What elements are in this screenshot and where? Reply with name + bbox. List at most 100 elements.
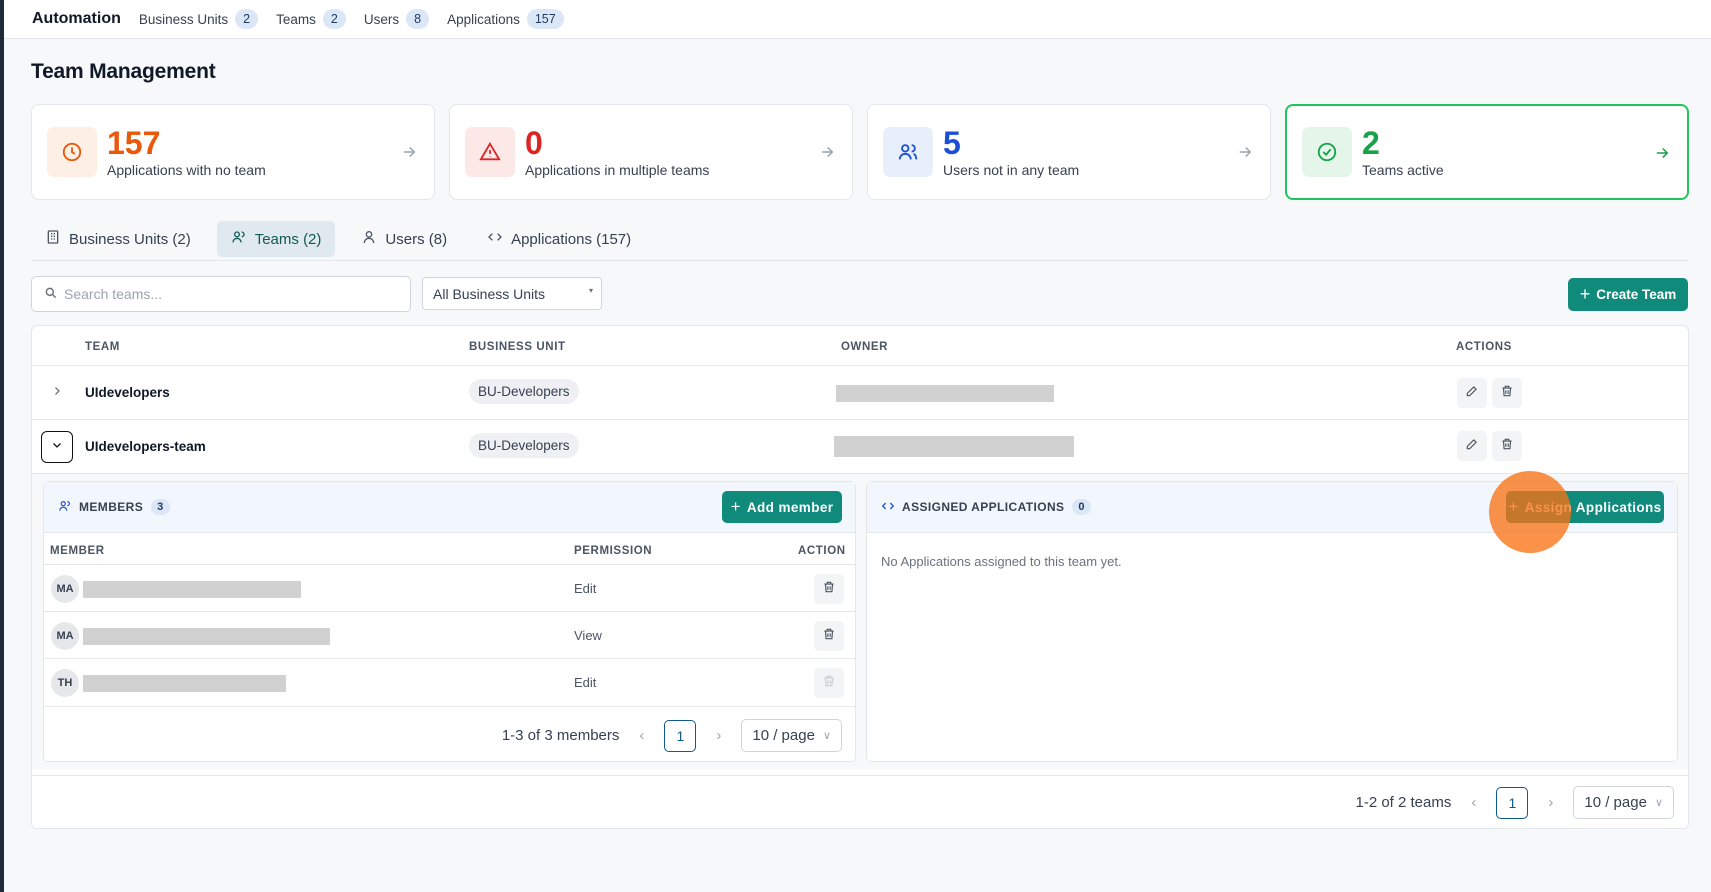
member-name-redacted — [83, 581, 301, 598]
top-nav: Automation Business Units 2 Teams 2 Users 8… — [4, 0, 1711, 39]
expanded-team-details: MEMBERS 3 + Add member MEMBER PERMISSION… — [32, 473, 1688, 769]
avatar: MA — [51, 622, 79, 650]
trash-icon — [822, 580, 836, 599]
tab-applications[interactable]: Applications (157) — [473, 221, 645, 257]
members-count-badge: 3 — [151, 499, 170, 515]
edit-team-button[interactable] — [1457, 378, 1487, 408]
page-number-button[interactable]: 1 — [664, 719, 697, 752]
remove-member-button[interactable] — [814, 621, 844, 651]
add-member-button[interactable]: + Add member — [722, 491, 842, 523]
tab-label: Teams (2) — [254, 230, 322, 248]
users-icon — [883, 127, 933, 177]
applications-title: ASSIGNED APPLICATIONS — [902, 500, 1065, 514]
chevron-down-icon — [51, 438, 63, 456]
clock-icon — [47, 127, 97, 177]
business-unit-badge: BU-Developers — [469, 433, 579, 458]
select-value: All Business Units — [433, 285, 546, 302]
arrow-right-icon — [1653, 144, 1671, 167]
stat-card-users-no-team[interactable]: 5 Users not in any team — [867, 104, 1271, 200]
tab-label: Users (8) — [385, 230, 448, 248]
member-name-redacted — [83, 628, 330, 645]
page-number-button[interactable]: 1 — [1496, 786, 1529, 819]
code-icon — [881, 499, 895, 516]
nav-label: Applications — [447, 11, 520, 27]
stat-label: Teams active — [1362, 161, 1444, 178]
collapse-row-button[interactable] — [41, 431, 73, 463]
users-icon — [231, 229, 247, 249]
nav-label: Users — [363, 11, 400, 27]
building-icon — [45, 229, 61, 249]
assigned-applications-panel: ASSIGNED APPLICATIONS 0 + Assign Applica… — [866, 481, 1678, 762]
search-input[interactable]: Search teams... — [31, 276, 411, 312]
nav-item-teams[interactable]: Teams 2 — [276, 9, 346, 29]
tab-label: Business Units (2) — [69, 230, 191, 248]
nav-item-users[interactable]: Users 8 — [363, 9, 430, 29]
chevron-left-icon[interactable]: ‹ — [1471, 794, 1476, 811]
page-title: Team Management — [31, 60, 216, 83]
empty-state-text: No Applications assigned to this team ye… — [881, 554, 1122, 569]
expand-row-button[interactable] — [41, 377, 73, 409]
nav-count-badge: 2 — [322, 9, 346, 29]
chevron-down-icon: ∨ — [822, 730, 831, 742]
table-row[interactable]: UIdevelopers BU-Developers — [32, 365, 1688, 419]
tab-label: Applications (157) — [511, 230, 632, 248]
remove-member-button[interactable] — [814, 574, 844, 604]
tab-users[interactable]: Users (8) — [347, 221, 461, 257]
plus-icon: + — [1579, 284, 1591, 304]
page-size-select[interactable]: 10 / page ∨ — [1573, 786, 1674, 819]
col-header-actions: ACTIONS — [1456, 341, 1512, 353]
tab-teams[interactable]: Teams (2) — [216, 221, 336, 257]
pencil-icon — [1465, 437, 1479, 456]
trash-icon — [822, 674, 836, 693]
stat-value: 0 — [525, 124, 543, 161]
arrow-right-icon — [400, 143, 418, 166]
table-row[interactable]: UIdevelopers-team BU-Developers — [32, 419, 1688, 473]
chevron-left-icon[interactable]: ‹ — [639, 727, 644, 744]
delete-team-button[interactable] — [1492, 378, 1522, 408]
stat-card-multiple-teams[interactable]: 0 Applications in multiple teams — [449, 104, 853, 200]
chevron-right-icon[interactable]: › — [716, 727, 721, 744]
nav-item-applications[interactable]: Applications 157 — [447, 9, 564, 29]
owner-redacted — [836, 385, 1054, 402]
page-size-select[interactable]: 10 / page ∨ — [741, 719, 842, 752]
assign-applications-button[interactable]: + Assign Applications — [1506, 491, 1664, 523]
user-icon — [361, 229, 377, 249]
edit-team-button[interactable] — [1457, 431, 1487, 461]
plus-icon: + — [730, 497, 741, 516]
member-row: MA Edit — [44, 564, 855, 611]
pagination-summary: 1-3 of 3 members — [501, 727, 620, 744]
col-header-permission: PERMISSION — [574, 545, 653, 557]
chevron-down-icon: ∨ — [1654, 797, 1663, 809]
search-placeholder: Search teams... — [64, 286, 163, 302]
business-unit-select[interactable]: All Business Units ▾ — [422, 277, 602, 310]
alert-triangle-icon — [465, 127, 515, 177]
team-name: UIdevelopers-team — [85, 439, 206, 454]
nav-item-business-units[interactable]: Business Units 2 — [139, 9, 259, 29]
col-header-action: ACTION — [798, 545, 846, 557]
chevron-right-icon[interactable]: › — [1548, 794, 1553, 811]
stat-label: Users not in any team — [943, 161, 1080, 178]
nav-count-badge: 8 — [406, 9, 430, 29]
stat-card-teams-active[interactable]: 2 Teams active — [1285, 104, 1689, 200]
create-team-button[interactable]: + Create Team — [1568, 278, 1688, 311]
avatar: MA — [51, 575, 79, 603]
delete-team-button[interactable] — [1492, 431, 1522, 461]
pencil-icon — [1465, 384, 1479, 403]
stat-label: Applications with no team — [107, 161, 266, 178]
col-header-member: MEMBER — [50, 545, 105, 557]
tab-business-units[interactable]: Business Units (2) — [31, 221, 205, 257]
stat-value: 2 — [1362, 124, 1380, 161]
button-label: Add member — [746, 499, 834, 515]
trash-icon — [1500, 384, 1514, 403]
members-header: MEMBERS 3 + Add member — [44, 482, 855, 533]
stat-card-no-team[interactable]: 157 Applications with no team — [31, 104, 435, 200]
arrow-right-icon — [1236, 143, 1254, 166]
brand-title: Automation — [32, 10, 121, 27]
nav-count-badge: 2 — [235, 9, 259, 29]
search-icon — [44, 286, 58, 303]
member-row: TH Edit — [44, 658, 855, 705]
chevron-down-icon: ▾ — [588, 286, 593, 295]
chevron-right-icon — [51, 384, 63, 402]
member-name-redacted — [83, 675, 286, 692]
plus-icon: + — [1508, 497, 1519, 516]
